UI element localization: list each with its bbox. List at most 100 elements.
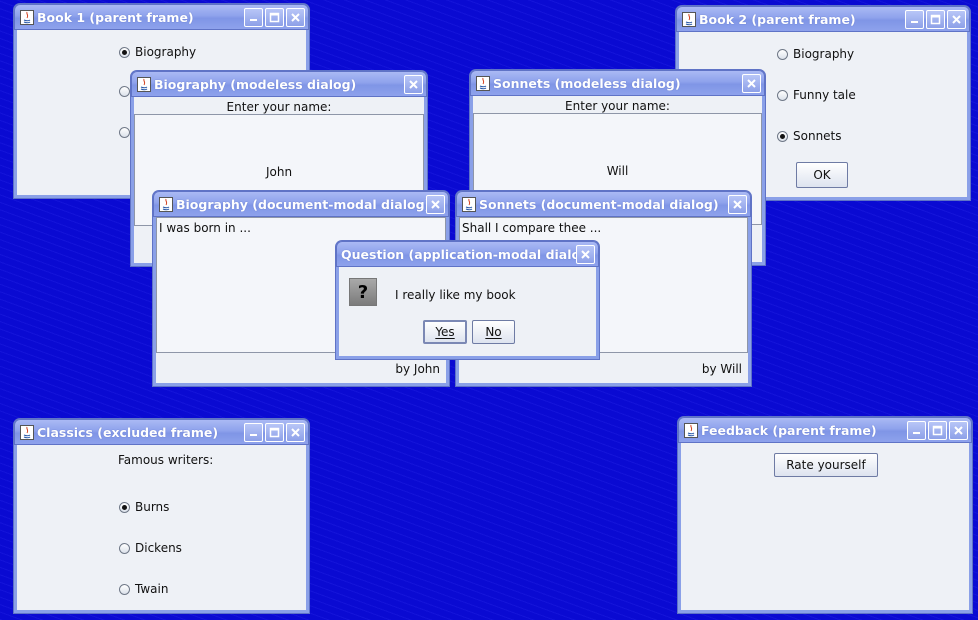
close-button[interactable] [286, 7, 305, 27]
biography-docmodal-titlebar[interactable]: Biography (document-modal dialog) [153, 191, 449, 217]
window-title: Biography (modeless dialog) [154, 76, 357, 92]
feedback-window: Feedback (parent frame) Rate yourself [678, 417, 972, 613]
book2-titlebar[interactable]: Book 2 (parent frame) [676, 6, 970, 32]
radio-indicator [119, 583, 130, 595]
maximize-button[interactable] [265, 7, 284, 27]
question-icon: ? [349, 278, 377, 306]
question-titlebar[interactable]: Question (application-modal dialog) [336, 241, 599, 267]
maximize-button[interactable] [928, 420, 947, 440]
radio-indicator [119, 46, 130, 58]
classics-titlebar[interactable]: Classics (excluded frame) [14, 419, 309, 445]
ok-button-label: OK [813, 168, 831, 182]
maximize-icon [269, 12, 280, 22]
biography-modeless-titlebar[interactable]: Biography (modeless dialog) [131, 71, 427, 97]
maximize-icon [269, 427, 280, 437]
close-icon [291, 12, 300, 22]
close-icon [409, 79, 418, 89]
ok-button[interactable]: OK [796, 162, 848, 188]
radio-biography[interactable]: Biography [777, 47, 854, 61]
radio-indicator [777, 130, 788, 142]
window-title: Sonnets (document-modal dialog) [479, 196, 719, 212]
radio-label: Funny tale [793, 88, 856, 102]
close-icon [431, 199, 440, 209]
window-title: Classics (excluded frame) [37, 424, 219, 440]
minimize-button[interactable] [907, 420, 926, 440]
book1-titlebar[interactable]: Book 1 (parent frame) [14, 4, 309, 30]
radio-indicator [119, 542, 130, 554]
minimize-button[interactable] [905, 9, 924, 29]
radio-label: Biography [135, 45, 197, 59]
minimize-button[interactable] [244, 422, 263, 442]
close-icon [952, 14, 961, 24]
close-icon [733, 199, 742, 209]
radio-indicator [119, 501, 130, 513]
close-button[interactable] [728, 194, 747, 214]
radio-indicator [777, 48, 788, 60]
maximize-button[interactable] [926, 9, 945, 29]
yes-button[interactable]: Yes [423, 320, 467, 344]
java-icon [682, 11, 696, 27]
minimize-icon [250, 18, 257, 21]
classics-window: Classics (excluded frame) Famous writers… [14, 419, 309, 613]
maximize-button[interactable] [265, 422, 284, 442]
window-title: Book 2 (parent frame) [699, 11, 856, 27]
feedback-titlebar[interactable]: Feedback (parent frame) [678, 417, 972, 443]
radio-label: Biography [793, 47, 855, 61]
java-icon [684, 422, 698, 438]
minimize-button[interactable] [244, 7, 263, 27]
radio-label: Dickens [135, 541, 182, 555]
name-prompt-label: Enter your name: [226, 100, 332, 114]
java-icon [137, 76, 151, 92]
rate-yourself-button[interactable]: Rate yourself [774, 453, 878, 477]
name-prompt-label: Enter your name: [565, 99, 670, 113]
radio-biography[interactable]: Biography [119, 45, 196, 59]
window-title: Biography (document-modal dialog) [176, 196, 426, 212]
window-title: Feedback (parent frame) [701, 422, 877, 438]
name-field-value: Will [606, 164, 629, 178]
close-icon [954, 425, 963, 435]
java-icon [159, 196, 173, 212]
close-icon [291, 427, 300, 437]
window-title: Book 1 (parent frame) [37, 9, 194, 25]
radio-sonnets[interactable]: Sonnets [777, 129, 842, 143]
question-application-modal-dialog: Question (application-modal dialog) ? I … [336, 241, 599, 359]
close-button[interactable] [947, 9, 966, 29]
biography-text: I was born in ... [159, 221, 251, 235]
java-icon [20, 424, 34, 440]
radio-label: Twain [135, 582, 169, 596]
radio-dickens[interactable]: Dickens [119, 541, 182, 555]
window-title: Sonnets (modeless dialog) [493, 75, 681, 91]
radio-burns[interactable]: Burns [119, 500, 169, 514]
java-icon [20, 9, 34, 25]
radio-indicator [119, 86, 130, 97]
no-button-label: No [485, 325, 502, 339]
minimize-icon [250, 433, 257, 436]
author-label: by John [395, 362, 440, 376]
name-field-value: John [265, 165, 293, 179]
minimize-icon [911, 20, 918, 23]
sonnets-modeless-titlebar[interactable]: Sonnets (modeless dialog) [470, 70, 765, 96]
question-message: I really like my book [395, 288, 516, 302]
maximize-icon [930, 14, 941, 24]
famous-writers-heading: Famous writers: [118, 453, 214, 467]
close-icon [581, 249, 590, 259]
sonnets-docmodal-titlebar[interactable]: Sonnets (document-modal dialog) [456, 191, 751, 217]
no-button[interactable]: No [472, 320, 515, 344]
maximize-icon [932, 425, 943, 435]
radio-funny-tale[interactable]: Funny tale [777, 88, 856, 102]
close-button[interactable] [404, 74, 423, 94]
close-button[interactable] [949, 420, 968, 440]
close-button[interactable] [742, 73, 761, 93]
radio-label: Burns [135, 500, 170, 514]
minimize-icon [913, 431, 920, 434]
java-icon [462, 196, 476, 212]
close-button[interactable] [576, 244, 595, 264]
close-button[interactable] [426, 194, 445, 214]
java-icon [476, 75, 490, 91]
close-button[interactable] [286, 422, 305, 442]
radio-label: Sonnets [793, 129, 842, 143]
radio-indicator [777, 89, 788, 101]
author-label: by Will [701, 362, 742, 376]
radio-twain[interactable]: Twain [119, 582, 168, 596]
sonnets-text: Shall I compare thee ... [462, 221, 602, 235]
